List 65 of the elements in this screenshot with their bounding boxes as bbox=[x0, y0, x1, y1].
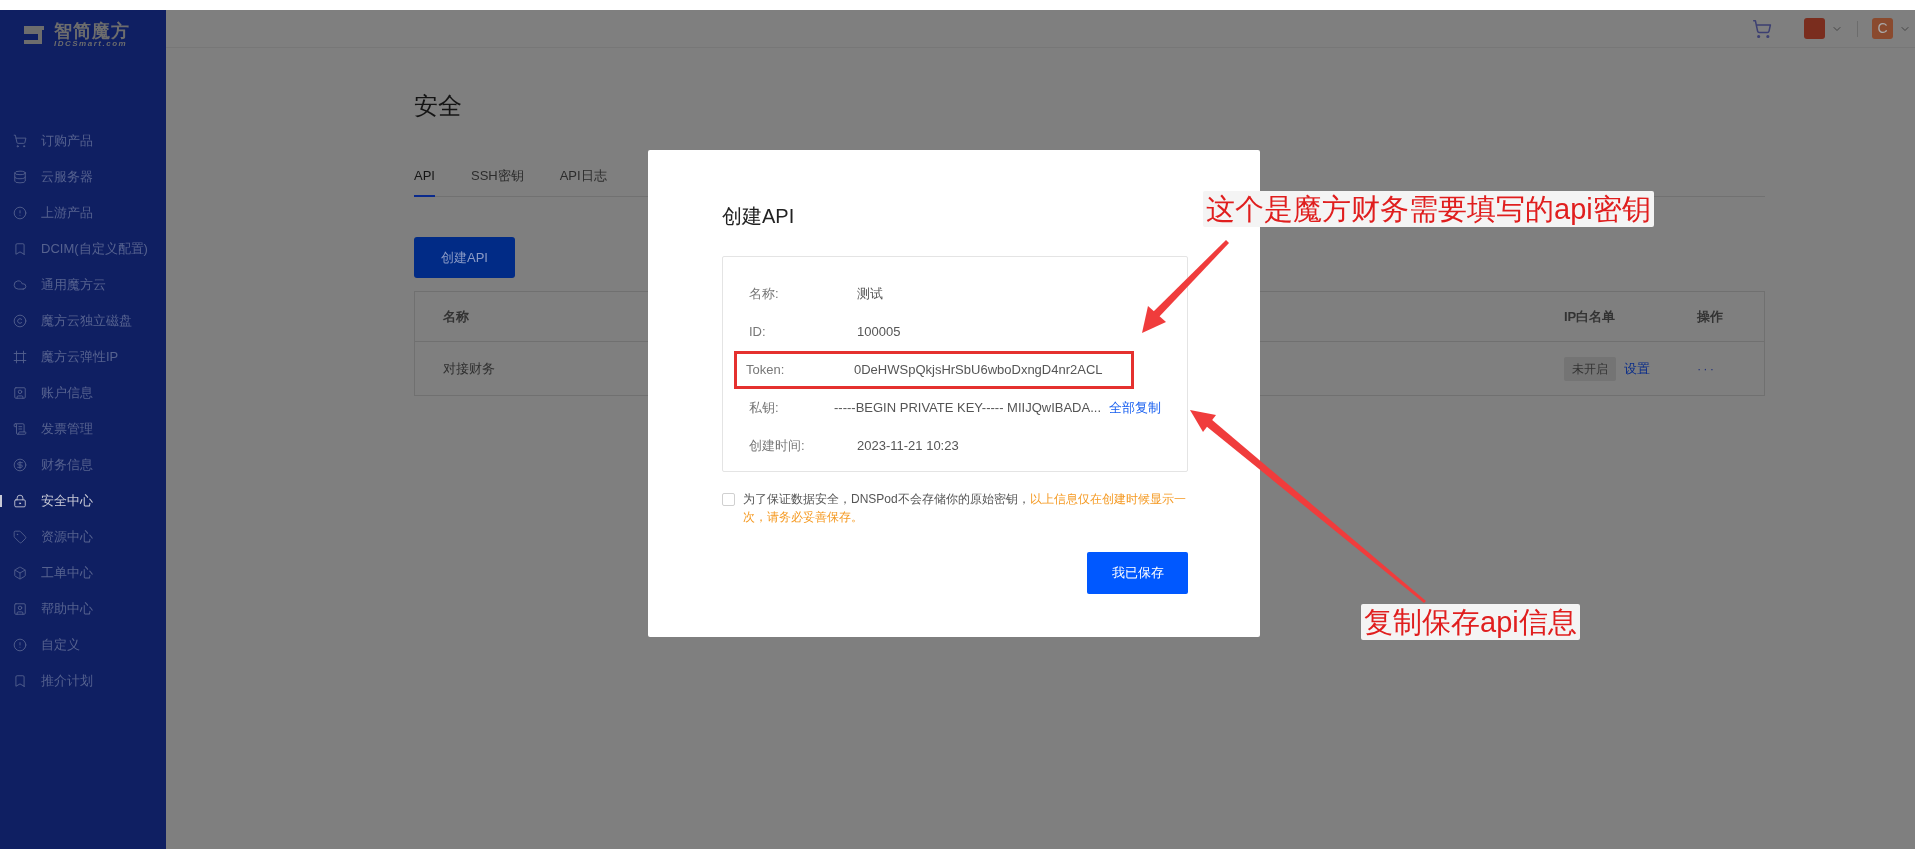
field-label: ID: bbox=[749, 323, 767, 342]
user-icon bbox=[13, 602, 27, 616]
bookmark-icon bbox=[13, 674, 27, 688]
sidebar-item[interactable]: 魔方云独立磁盘 bbox=[0, 303, 166, 339]
sidebar-item[interactable]: 帮助中心 bbox=[0, 591, 166, 627]
dialog-title: 创建API bbox=[722, 206, 795, 226]
sidebar-item[interactable]: DCIM(自定义配置) bbox=[0, 231, 166, 267]
logo-domain: IDCSmart.com bbox=[54, 40, 128, 48]
sidebar-item[interactable]: 安全中心 bbox=[0, 483, 166, 519]
annotation-text: 复制保存api信息 bbox=[1361, 604, 1580, 641]
column-header: 操作 bbox=[1697, 307, 1724, 326]
table-cell: 对接财务 bbox=[443, 360, 495, 376]
field-value: 0DeHWSpQkjsHrSbU6wboDxngD4nr2ACL bbox=[854, 361, 1103, 380]
cube-icon bbox=[13, 566, 27, 580]
sidebar-item[interactable]: 魔方云弹性IP bbox=[0, 339, 166, 375]
sidebar-item[interactable]: 资源中心 bbox=[0, 519, 166, 555]
more-button[interactable]: ··· bbox=[1697, 358, 1764, 379]
field-label: 创建时间: bbox=[749, 437, 806, 456]
page-title: 安全 bbox=[414, 94, 462, 118]
field-value: 100005 bbox=[857, 323, 901, 342]
tab[interactable]: SSH密钥 bbox=[470, 162, 524, 197]
column-header: 名称 bbox=[442, 307, 470, 326]
lock-icon bbox=[13, 494, 27, 508]
copy-all-link[interactable]: 全部复制 bbox=[1109, 398, 1161, 418]
sidebar-item[interactable]: 账户信息 bbox=[0, 375, 166, 411]
create-api-button[interactable]: 创建API bbox=[414, 237, 515, 278]
tag-icon bbox=[13, 530, 27, 544]
document-icon bbox=[13, 422, 27, 436]
alert-icon bbox=[13, 638, 27, 652]
logo-name: 智简魔方 bbox=[54, 22, 130, 40]
field-label: Token: bbox=[746, 361, 786, 380]
sidebar-item[interactable]: 财务信息 bbox=[0, 447, 166, 483]
sidebar-item[interactable]: 通用魔方云 bbox=[0, 267, 166, 303]
sidebar-item[interactable]: 工单中心 bbox=[0, 555, 166, 591]
circle-letter-icon bbox=[13, 314, 27, 328]
status-badge: 未开启 bbox=[1564, 356, 1616, 381]
bookmark-icon bbox=[13, 242, 27, 256]
tab[interactable]: API bbox=[414, 162, 435, 197]
sidebar-item[interactable]: 订购产品 bbox=[0, 123, 166, 159]
cloud-icon bbox=[13, 278, 27, 292]
alert-icon bbox=[13, 206, 27, 220]
saved-button[interactable]: 我已保存 bbox=[1087, 552, 1188, 594]
field-value: 测试 bbox=[857, 285, 883, 304]
database-icon bbox=[13, 170, 27, 184]
sidebar-item[interactable]: 推介计划 bbox=[0, 663, 166, 699]
cart-icon[interactable] bbox=[1752, 18, 1772, 39]
field-label: 私钥: bbox=[749, 399, 780, 418]
coin-icon bbox=[13, 458, 27, 472]
column-header: IP白名单 bbox=[1564, 307, 1617, 326]
settings-link[interactable]: 设置 bbox=[1624, 358, 1650, 379]
sidebar-item[interactable]: 自定义 bbox=[0, 627, 166, 663]
sidebar-item[interactable]: 云服务器 bbox=[0, 159, 166, 195]
user-avatar[interactable]: C bbox=[1872, 18, 1893, 39]
annotation-text: 这个是魔方财务需要填写的api密钥 bbox=[1203, 191, 1654, 228]
sidebar-item[interactable]: 上游产品 bbox=[0, 195, 166, 231]
cart-icon bbox=[13, 134, 27, 148]
field-value: 2023-11-21 10:23 bbox=[857, 437, 959, 456]
notice-text: 为了保证数据安全，DNSPod不会存储你的原始密钥，以上信息仅在创建时候显示一次，请务必妥善保存。 bbox=[743, 491, 1187, 526]
tab[interactable]: API日志 bbox=[559, 162, 607, 197]
sidebar-item[interactable]: 发票管理 bbox=[0, 411, 166, 447]
user-icon bbox=[13, 386, 27, 400]
field-label: 名称: bbox=[749, 285, 780, 304]
checkbox[interactable] bbox=[722, 493, 735, 506]
user-avatar[interactable] bbox=[1804, 18, 1825, 39]
field-value: -----BEGIN PRIVATE KEY----- MIIJQwIBADA... bbox=[834, 399, 1101, 418]
